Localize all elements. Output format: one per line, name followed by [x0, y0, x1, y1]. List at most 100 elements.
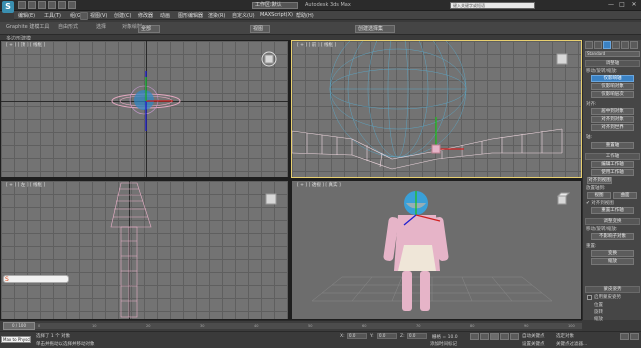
rollout-working-pivot[interactable]: 工作轴	[585, 153, 640, 160]
y-label: Y:	[370, 334, 374, 339]
time-slider[interactable]: 0 / 100	[3, 322, 35, 330]
menu-customize[interactable]: 自定义(U)	[232, 12, 255, 19]
zoom-icon[interactable]	[620, 333, 629, 340]
reset-scale-button[interactable]: 缩放	[591, 258, 634, 265]
z-label: Z:	[400, 334, 405, 339]
window-title: Autodesk 3ds Max	[305, 2, 351, 8]
affect-hierarchy-only-button[interactable]: 仅影响层次	[591, 91, 634, 98]
rollout-skin-pose[interactable]: 蒙皮姿势	[585, 286, 640, 293]
close-button[interactable]: ✕	[629, 1, 639, 9]
undo-toolbar-icon[interactable]	[80, 12, 88, 20]
menu-create[interactable]: 创建(C)	[114, 12, 131, 19]
pan-icon[interactable]	[630, 333, 639, 340]
rollout-adjust-pivot[interactable]: 调整轴	[585, 60, 640, 67]
next-frame-icon[interactable]	[500, 333, 509, 340]
minimize-button[interactable]: —	[606, 1, 616, 9]
viewcube-icon[interactable]	[554, 191, 570, 207]
menu-views[interactable]: 视图(V)	[90, 12, 107, 19]
auto-key-button[interactable]: 自动关键点	[522, 333, 545, 339]
y-coord-field[interactable]: 0.0	[377, 333, 397, 339]
motion-tab-icon[interactable]	[612, 41, 620, 49]
align-to-view-checkbox[interactable]: ✔ 对齐到视图	[586, 200, 614, 206]
filter-select[interactable]: 全部	[138, 25, 160, 33]
menu-edit[interactable]: 编辑(E)	[18, 12, 35, 19]
category-select[interactable]: Standard	[585, 51, 640, 57]
hierarchy-tab-icon[interactable]	[603, 41, 611, 49]
menu-graph-editors[interactable]: 图形编辑器	[178, 12, 203, 19]
menu-animation[interactable]: 动画	[160, 12, 170, 19]
edit-working-pivot-button[interactable]: 编辑工作轴	[591, 161, 634, 168]
viewport-front[interactable]: [ + ] [ 前 ] [ 线框 ]	[291, 40, 582, 178]
ribbon-tab-selection[interactable]: 选择	[96, 23, 106, 30]
go-to-start-icon[interactable]	[470, 333, 479, 340]
maximize-button[interactable]: □	[617, 1, 627, 9]
prompt-line: 单击并拖动以选择并移动对象	[36, 342, 95, 347]
menu-modifiers[interactable]: 修改器	[138, 12, 153, 19]
viewport-perspective[interactable]: [ + ] [ 透视 ] [ 真实 ]	[291, 180, 582, 320]
rollout-adjust-transform[interactable]: 调整变换	[585, 218, 640, 225]
new-file-icon[interactable]	[18, 1, 26, 9]
track-bar[interactable]	[14, 323, 582, 329]
ribbon-tab-graphite[interactable]: Graphite 建模工具	[6, 23, 49, 30]
viewport-area: [ + ] [ 顶 ] [ 线框 ] [ + ] [ 前 ] [ 线框 ] […	[0, 40, 582, 320]
x-coord-field[interactable]: 0.0	[347, 333, 367, 339]
named-selection-set[interactable]: 创建选择集	[355, 25, 395, 33]
viewport-top[interactable]: [ + ] [ 顶 ] [ 线框 ]	[0, 40, 289, 178]
reset-pivot-button[interactable]: 重置轴	[591, 142, 634, 149]
display-tab-icon[interactable]	[621, 41, 629, 49]
project-folder-icon[interactable]	[68, 1, 76, 9]
enable-skin-pose-checkbox[interactable]	[587, 295, 592, 300]
save-file-icon[interactable]	[38, 1, 46, 9]
app-logo-icon[interactable]: S	[2, 1, 14, 13]
play-icon[interactable]	[490, 333, 499, 340]
reset-transform-button[interactable]: 变换	[591, 250, 634, 257]
viewport-left[interactable]: [ + ] [ 左 ] [ 线框 ] S	[0, 180, 289, 320]
selection-status: 选择了 1 个 对象	[36, 334, 71, 339]
reset-working-pivot-button[interactable]: 重置工作轴	[591, 207, 634, 214]
previous-frame-icon[interactable]	[480, 333, 489, 340]
place-surface-button[interactable]: 曲面	[613, 192, 637, 199]
key-filters-button[interactable]: 关键点过滤器...	[556, 341, 587, 347]
modify-tab-icon[interactable]	[594, 41, 602, 49]
use-working-pivot-button[interactable]: 使用工作轴	[591, 169, 634, 176]
dont-affect-children-button[interactable]: 不影响子对象	[591, 233, 634, 240]
selected-filter[interactable]: 选定对象	[556, 333, 574, 339]
ribbon: Graphite 建模工具 自由形式 选择 对象绘制 全部 视图 创建选择集	[0, 22, 641, 35]
viewcube-icon[interactable]	[261, 51, 277, 67]
align-to-object-button[interactable]: 对齐到对象	[591, 116, 634, 123]
add-time-tag-button[interactable]: 添加时间标记	[430, 341, 457, 347]
go-to-end-icon[interactable]	[510, 333, 519, 340]
create-tab-icon[interactable]	[585, 41, 593, 49]
label-place-pivot-to: 放置轴到:	[586, 186, 606, 191]
search-input[interactable]: 键入关键字或短语	[450, 2, 535, 9]
ime-logo-icon[interactable]: S	[5, 276, 9, 283]
redo-icon[interactable]	[58, 1, 66, 9]
place-view-button[interactable]: 视图	[587, 192, 611, 199]
align-to-view-button[interactable]: 对齐到视图	[587, 177, 612, 184]
menu-rendering[interactable]: 渲染(R)	[208, 12, 225, 19]
center-to-object-button[interactable]: 居中到对象	[591, 108, 634, 115]
menu-tools[interactable]: 工具(T)	[44, 12, 61, 19]
undo-icon[interactable]	[48, 1, 56, 9]
menu-maxscript[interactable]: MAXScript(X)	[260, 12, 293, 18]
affect-object-only-button[interactable]: 仅影响对象	[591, 83, 634, 90]
z-coord-field[interactable]: 0.0	[407, 333, 427, 339]
align-to-world-button[interactable]: 对齐到世界	[591, 124, 634, 131]
set-key-button[interactable]: 设置关键点	[522, 341, 545, 347]
tick-label: 0	[38, 324, 41, 328]
tick-label: 100	[568, 324, 575, 328]
open-file-icon[interactable]	[28, 1, 36, 9]
utilities-tab-icon[interactable]	[630, 41, 638, 49]
affect-pivot-only-button[interactable]: 仅影响轴	[591, 75, 634, 82]
tick-label: 10	[92, 324, 97, 328]
front-view-model	[292, 41, 563, 170]
viewcube-icon[interactable]	[263, 191, 279, 207]
reference-coord-select[interactable]: 视图	[250, 25, 270, 33]
ime-toolbar[interactable]: S	[3, 275, 69, 283]
maxscript-listener[interactable]: Max to Physcl	[1, 336, 31, 343]
label-alignment: 对齐:	[586, 102, 597, 107]
viewcube-icon[interactable]	[554, 51, 570, 67]
workspace-select[interactable]: 工作区:默认	[252, 2, 298, 9]
menu-help[interactable]: 帮助(H)	[296, 12, 314, 19]
ribbon-tab-freeform[interactable]: 自由形式	[58, 23, 78, 30]
